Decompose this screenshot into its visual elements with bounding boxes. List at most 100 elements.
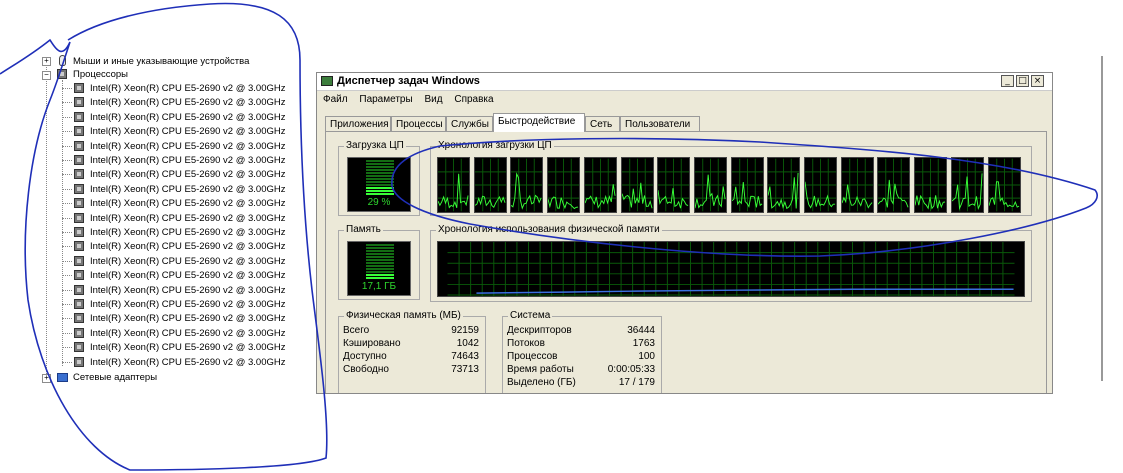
expand-network-icon[interactable]: + (42, 374, 51, 383)
memory-gauge-segment (366, 277, 394, 279)
system-row-value: 17 / 179 (618, 377, 655, 388)
tree-node-cpu[interactable]: Intel(R) Xeon(R) CPU E5-2690 v2 @ 3.00GH… (90, 111, 286, 124)
cpu-gauge-segment (366, 187, 394, 189)
cpu-core-graph (510, 157, 544, 213)
cpu-gauge-segment (366, 166, 394, 168)
menu-file[interactable]: Файл (323, 94, 348, 105)
minimize-button[interactable]: _ (1001, 75, 1014, 87)
physical_memory-row-name: Кэшировано (343, 338, 401, 349)
processor-icon (74, 270, 84, 281)
physical_memory-row-value: 74643 (451, 351, 479, 362)
tab-network[interactable]: Сеть (585, 116, 620, 131)
tree-node-cpu[interactable]: Intel(R) Xeon(R) CPU E5-2690 v2 @ 3.00GH… (90, 269, 286, 282)
cpu-gauge-segment (366, 172, 394, 174)
system-row-name: Дескрипторов (507, 325, 572, 336)
tree-node-cpu[interactable]: Intel(R) Xeon(R) CPU E5-2690 v2 @ 3.00GH… (90, 356, 286, 369)
cpu-core-graph (583, 157, 617, 213)
tree-node-mice[interactable]: Мыши и иные указывающие устройства (73, 55, 249, 68)
tree-connector (62, 275, 72, 277)
cpu-load-line (768, 172, 799, 210)
physical-memory-label: Физическая память (МБ) (344, 310, 463, 321)
memory-gauge: 17,1 ГБ (347, 241, 411, 296)
tree-connector (62, 217, 72, 219)
cpu-gauge-segment (366, 169, 394, 171)
tab-applications[interactable]: Приложения (325, 116, 391, 131)
memory-history-group: Хронология использования физической памя… (430, 224, 1032, 302)
cpu-load-line (694, 174, 726, 209)
processor-category-icon (57, 69, 67, 79)
cpu-gauge-segment (366, 160, 394, 162)
cpu-load-line (584, 184, 616, 209)
tree-node-cpu[interactable]: Intel(R) Xeon(R) CPU E5-2690 v2 @ 3.00GH… (90, 82, 286, 95)
tree-connector (62, 174, 72, 176)
tree-node-cpu[interactable]: Intel(R) Xeon(R) CPU E5-2690 v2 @ 3.00GH… (90, 183, 286, 196)
tree-connector (62, 188, 72, 190)
tree-connector (62, 361, 72, 363)
processor-icon (74, 97, 84, 108)
tree-node-processors[interactable]: Процессоры (73, 68, 128, 81)
cpu-gauge-segment (366, 193, 394, 195)
cpu-core-graph (987, 157, 1021, 213)
tree-trunk-line (46, 64, 47, 380)
tree-node-cpu[interactable]: Intel(R) Xeon(R) CPU E5-2690 v2 @ 3.00GH… (90, 168, 286, 181)
tree-node-cpu[interactable]: Intel(R) Xeon(R) CPU E5-2690 v2 @ 3.00GH… (90, 284, 286, 297)
tree-node-cpu[interactable]: Intel(R) Xeon(R) CPU E5-2690 v2 @ 3.00GH… (90, 154, 286, 167)
menu-view[interactable]: Вид (424, 94, 442, 105)
tree-node-cpu[interactable]: Intel(R) Xeon(R) CPU E5-2690 v2 @ 3.00GH… (90, 125, 286, 138)
tree-node-cpu[interactable]: Intel(R) Xeon(R) CPU E5-2690 v2 @ 3.00GH… (90, 197, 286, 210)
tree-node-cpu[interactable]: Intel(R) Xeon(R) CPU E5-2690 v2 @ 3.00GH… (90, 298, 286, 311)
tab-services[interactable]: Службы (446, 116, 493, 131)
cpu-core-graph (840, 157, 874, 213)
system-row-value: 36444 (627, 325, 655, 336)
tree-node-cpu[interactable]: Intel(R) Xeon(R) CPU E5-2690 v2 @ 3.00GH… (90, 140, 286, 153)
system-row-value: 1763 (632, 338, 655, 349)
collapse-processors-icon[interactable]: − (42, 71, 51, 80)
tree-connector (62, 318, 72, 320)
cpu-usage-label: Загрузка ЦП (344, 140, 406, 151)
memory-gauge-segment (366, 250, 394, 252)
tree-node-network-adapters[interactable]: Сетевые адаптеры (73, 371, 157, 384)
cpu-load-line (915, 194, 946, 210)
tree-node-cpu[interactable]: Intel(R) Xeon(R) CPU E5-2690 v2 @ 3.00GH… (90, 96, 286, 109)
processor-icon (74, 111, 84, 122)
system-row-name: Выделено (ГБ) (507, 377, 576, 388)
memory-gauge-segment (366, 265, 394, 267)
memory-value: 17,1 ГБ (361, 281, 397, 292)
physical_memory-row-name: Свободно (343, 364, 389, 375)
processor-icon (74, 342, 84, 353)
system-label: Система (508, 310, 553, 321)
physical_memory-row-name: Доступно (343, 351, 387, 362)
tree-node-cpu[interactable]: Intel(R) Xeon(R) CPU E5-2690 v2 @ 3.00GH… (90, 341, 286, 354)
expand-mouse-icon[interactable]: + (42, 57, 51, 66)
tree-node-cpu[interactable]: Intel(R) Xeon(R) CPU E5-2690 v2 @ 3.00GH… (90, 226, 286, 239)
title-bar[interactable]: Диспетчер задач Windows _ □ × (317, 73, 1052, 91)
memory-usage-line (476, 288, 1014, 294)
cpu-history-group: Хронология загрузки ЦП (430, 140, 1032, 216)
processor-icon (74, 183, 84, 194)
menu-options[interactable]: Параметры (359, 94, 412, 105)
cpu-load-line (511, 172, 542, 210)
tree-node-cpu[interactable]: Intel(R) Xeon(R) CPU E5-2690 v2 @ 3.00GH… (90, 212, 286, 225)
tab-performance[interactable]: Быстродействие (493, 113, 585, 132)
cpu-core-graph (693, 157, 727, 213)
tree-node-cpu[interactable]: Intel(R) Xeon(R) CPU E5-2690 v2 @ 3.00GH… (90, 255, 286, 268)
tab-processes[interactable]: Процессы (391, 116, 446, 131)
cpu-core-graph (473, 157, 507, 213)
processor-icon (74, 83, 84, 93)
tree-node-cpu[interactable]: Intel(R) Xeon(R) CPU E5-2690 v2 @ 3.00GH… (90, 327, 286, 340)
physical_memory-row-value: 73713 (451, 364, 479, 375)
tab-users[interactable]: Пользователи (620, 116, 700, 131)
tree-node-cpu[interactable]: Intel(R) Xeon(R) CPU E5-2690 v2 @ 3.00GH… (90, 240, 286, 253)
menu-help[interactable]: Справка (454, 94, 493, 105)
processor-icon (74, 255, 84, 266)
tree-connector (62, 246, 72, 248)
memory-history-label: Хронология использования физической памя… (436, 224, 662, 235)
memory-label: Память (344, 224, 383, 235)
processor-icon (74, 198, 84, 209)
maximize-button[interactable]: □ (1016, 75, 1029, 87)
menu-bar: Файл Параметры Вид Справка (323, 94, 503, 105)
cpu-gauge-segment (366, 163, 394, 165)
close-button[interactable]: × (1031, 75, 1044, 87)
tree-node-cpu[interactable]: Intel(R) Xeon(R) CPU E5-2690 v2 @ 3.00GH… (90, 312, 286, 325)
cpu-gauge-segment (366, 178, 394, 180)
